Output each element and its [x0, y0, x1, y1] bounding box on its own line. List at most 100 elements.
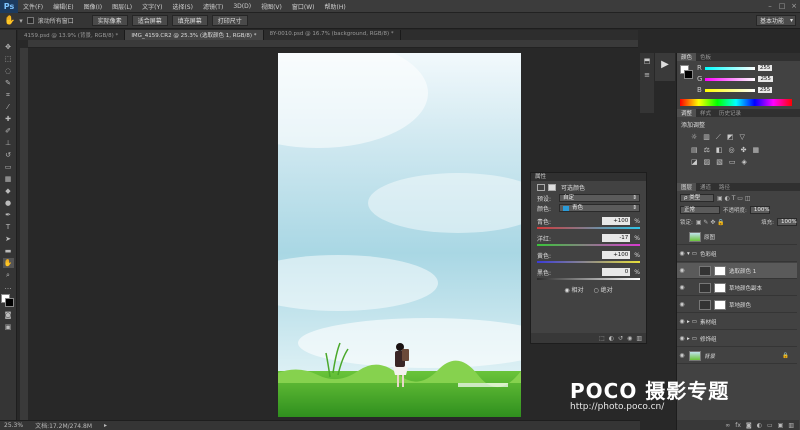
close-icon[interactable]: × [788, 2, 800, 10]
exposure-icon[interactable]: ◩ [727, 133, 734, 142]
hue-sat-icon[interactable]: ▤ [691, 146, 698, 154]
stamp-tool-icon[interactable]: ⊥ [3, 138, 14, 148]
layer-group-row[interactable]: ◉ ▸ ▭ 修饰组 [677, 331, 797, 347]
opacity-input[interactable]: 100% [749, 206, 770, 214]
clip-layer-icon[interactable]: ⬚ [599, 335, 605, 342]
tab-adjustments[interactable]: 调整 [677, 109, 697, 117]
panel-expand[interactable]: ▶ [655, 53, 675, 81]
brush-tool-icon[interactable]: ✐ [3, 126, 14, 136]
workspace-select[interactable]: 基本功能 ▾ [756, 15, 796, 26]
document-tab-active[interactable]: IMG_4159.CR2 @ 25.3% (选取颜色 1, RGB/8) * [125, 30, 264, 40]
eyedropper-tool-icon[interactable]: ⁄ [3, 102, 14, 112]
add-mask-icon[interactable]: ◙ [746, 422, 752, 429]
actions-panel-icon[interactable]: ≡ [640, 71, 654, 79]
edit-toolbar-icon[interactable]: … [3, 282, 14, 292]
crop-tool-icon[interactable]: ⌗ [3, 90, 14, 100]
g-value[interactable]: 255 [758, 76, 773, 82]
eye-icon[interactable]: ◉ [677, 284, 687, 291]
tab-styles[interactable]: 样式 [696, 109, 715, 117]
filter-icons[interactable]: ▣ ◐ T ▭ ◫ [717, 195, 751, 202]
cyan-slider[interactable] [537, 227, 640, 229]
trash-icon[interactable]: ▥ [788, 422, 794, 429]
layer-group-row[interactable]: ◉ ▸ ▭ 素材组 [677, 314, 797, 330]
color-balance-icon[interactable]: ⚖ [704, 146, 710, 154]
blur-tool-icon[interactable]: ◆ [3, 186, 14, 196]
tab-layers[interactable]: 图层 [677, 183, 697, 191]
menu-type[interactable]: 文字(Y) [137, 2, 167, 11]
group-expanded-chevron-icon[interactable]: ▾ [687, 251, 690, 257]
pen-tool-icon[interactable]: ✒ [3, 210, 14, 220]
posterize-icon[interactable]: ▨ [704, 158, 711, 166]
zoom-tool-icon[interactable]: ⌕ [3, 270, 14, 280]
path-select-tool-icon[interactable]: ➤ [3, 234, 14, 244]
channel-mixer-icon[interactable]: ✤ [741, 146, 747, 154]
yellow-slider[interactable] [537, 261, 640, 263]
zoom-level[interactable]: 25.3% [4, 422, 23, 429]
preset-select[interactable]: 自定 ⇕ [559, 194, 640, 202]
eye-icon[interactable]: ◉ [677, 318, 687, 325]
g-slider[interactable] [705, 77, 756, 81]
menu-window[interactable]: 窗口(W) [287, 2, 320, 11]
status-menu-icon[interactable]: ▸ [104, 422, 107, 429]
bw-icon[interactable]: ◧ [716, 146, 723, 154]
brightness-icon[interactable]: ☼ [691, 133, 697, 142]
scroll-all-checkbox[interactable] [26, 17, 34, 24]
actual-pixels-button[interactable]: 实际像素 [91, 15, 128, 26]
layer-row[interactable]: ◉ 草地颜色 [677, 297, 797, 313]
dodge-tool-icon[interactable]: ● [3, 198, 14, 208]
tab-swatches[interactable]: 色板 [696, 53, 715, 61]
move-tool-icon[interactable]: ✥ [3, 42, 14, 52]
tab-history[interactable]: 历史记录 [715, 109, 745, 117]
menu-view[interactable]: 视图(V) [256, 2, 287, 11]
reset-icon[interactable]: ↺ [618, 335, 623, 342]
document-tab[interactable]: 8Y-0010.psd @ 16.7% (background, RGB/8) … [264, 30, 401, 40]
new-group-icon[interactable]: ▭ [767, 422, 773, 429]
lock-icons[interactable]: ▣ ✎ ✥ 🔒 [696, 219, 725, 226]
b-slider[interactable] [704, 88, 755, 92]
visibility-icon[interactable]: ◉ [627, 335, 632, 342]
properties-tab[interactable]: 属性 [531, 173, 646, 181]
hand-tool-icon[interactable]: ✋ [2, 258, 14, 268]
view-previous-icon[interactable]: ◐ [609, 335, 614, 342]
invert-icon[interactable]: ◪ [691, 158, 698, 166]
play-icon[interactable]: ▶ [655, 59, 675, 70]
shape-tool-icon[interactable]: ▬ [3, 246, 14, 256]
history-panel-icon[interactable]: ⬒ [640, 57, 654, 65]
background-swatch[interactable] [684, 70, 693, 79]
magenta-slider[interactable] [537, 244, 640, 246]
color-spectrum-bar[interactable] [680, 99, 792, 106]
r-slider[interactable] [704, 66, 755, 70]
gradient-tool-icon[interactable]: ▦ [3, 174, 14, 184]
layer-row[interactable]: ◉ 草地颜色副本 [677, 280, 797, 296]
menu-select[interactable]: 选择(S) [167, 2, 198, 11]
selective-color-icon[interactable]: ◈ [742, 158, 747, 166]
photo-filter-icon[interactable]: ◎ [729, 146, 735, 154]
tab-channels[interactable]: 通道 [696, 183, 715, 191]
relative-radio[interactable]: ◉ 相对 [564, 285, 583, 294]
r-value[interactable]: 255 [757, 65, 773, 71]
absolute-radio[interactable]: ○ 绝对 [594, 285, 613, 294]
minimize-icon[interactable]: – [764, 2, 776, 10]
quick-select-tool-icon[interactable]: ✎ [3, 78, 14, 88]
layer-row[interactable]: 原图 [677, 229, 797, 245]
document-tab[interactable]: 4159.psd @ 13.9% (背景, RGB/8) * [18, 30, 126, 40]
layer-row-selected[interactable]: ◉ 选取颜色 1 [677, 263, 797, 279]
black-slider[interactable] [537, 278, 640, 280]
slider-value-input[interactable]: +100 [602, 217, 631, 225]
eye-icon[interactable]: ◉ [677, 250, 687, 257]
link-icon[interactable]: ∞ [725, 422, 730, 429]
menu-filter[interactable]: 滤镜(T) [198, 2, 228, 11]
layer-filter-select[interactable]: ρ 类型 [680, 194, 714, 202]
menu-edit[interactable]: 编辑(E) [48, 2, 78, 11]
group-collapsed-chevron-icon[interactable]: ▸ [687, 319, 690, 325]
b-value[interactable]: 255 [757, 87, 773, 93]
type-tool-icon[interactable]: T [3, 222, 14, 232]
group-collapsed-chevron-icon[interactable]: ▸ [687, 336, 690, 342]
print-size-button[interactable]: 打印尺寸 [211, 15, 248, 26]
maximize-icon[interactable]: □ [776, 2, 788, 10]
tab-paths[interactable]: 路径 [715, 183, 734, 191]
gradient-map-icon[interactable]: ▭ [729, 158, 736, 166]
menu-file[interactable]: 文件(F) [18, 2, 48, 11]
fx-icon[interactable]: fx [735, 422, 741, 429]
quick-mask-icon[interactable]: ◙ [3, 310, 14, 320]
